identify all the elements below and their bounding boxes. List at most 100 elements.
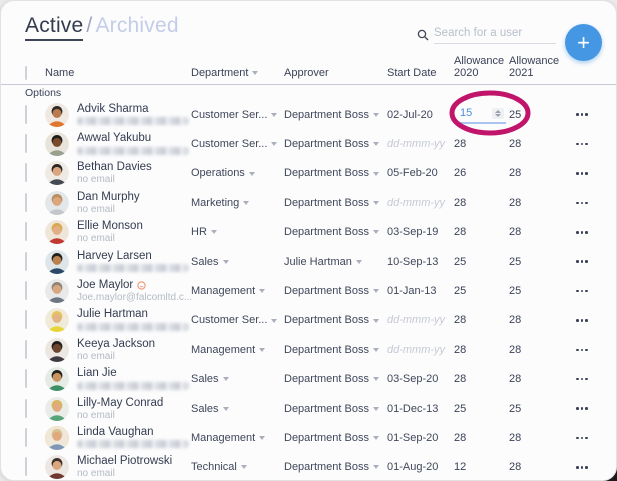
user-name-cell[interactable]: Joe Maylor no email Joe.maylor@falcomltd…: [45, 279, 192, 304]
allowance-2020-cell[interactable]: 28: [454, 373, 509, 385]
allowance-2021-value[interactable]: 28: [509, 138, 521, 150]
allowance-2021-value[interactable]: 28: [509, 197, 521, 209]
department-select[interactable]: Customer Ser...: [191, 109, 284, 121]
department-select[interactable]: Sales: [191, 403, 284, 415]
row-menu-icon[interactable]: [566, 407, 600, 410]
allowance-2020-value[interactable]: 25: [454, 256, 466, 268]
row-menu-icon[interactable]: [566, 260, 600, 263]
row-checkbox[interactable]: [25, 339, 45, 359]
allowance-2020-cell[interactable]: 28: [454, 432, 509, 444]
row-checkbox[interactable]: [25, 369, 45, 389]
approver-select[interactable]: Department Boss: [284, 285, 387, 297]
department-select[interactable]: Management: [191, 432, 284, 444]
start-date-field[interactable]: 03-Sep-19: [387, 226, 454, 238]
allowance-2021-value[interactable]: 28: [509, 432, 521, 444]
allowance-2021-cell[interactable]: 25: [509, 109, 566, 121]
allowance-2021-value[interactable]: 25: [509, 403, 521, 415]
start-date-field[interactable]: 10-Sep-13: [387, 256, 454, 268]
start-date-field[interactable]: dd-mmm-yy: [387, 314, 454, 326]
row-checkbox[interactable]: [25, 251, 45, 271]
row-checkbox[interactable]: [25, 134, 45, 154]
approver-select[interactable]: Department Boss: [284, 138, 387, 150]
allowance-2021-cell[interactable]: 28: [509, 226, 566, 238]
department-select[interactable]: Operations: [191, 167, 284, 179]
allowance-2020-value[interactable]: 28: [454, 432, 466, 444]
row-checkbox[interactable]: [25, 192, 45, 212]
allowance-2020-cell[interactable]: 28: [454, 314, 509, 326]
row-checkbox[interactable]: [25, 457, 45, 477]
allowance-2020-value[interactable]: 12: [454, 461, 466, 473]
department-select[interactable]: Technical: [191, 461, 284, 473]
allowance-2020-cell[interactable]: 25: [454, 285, 509, 297]
approver-select[interactable]: Julie Hartman: [284, 256, 387, 268]
row-checkbox[interactable]: [25, 222, 45, 242]
approver-select[interactable]: Department Boss: [284, 344, 387, 356]
row-checkbox[interactable]: [25, 310, 45, 330]
allowance-2021-value[interactable]: 25: [509, 109, 521, 121]
allowance-2021-value[interactable]: 28: [509, 461, 521, 473]
allowance-2020-value[interactable]: 28: [454, 314, 466, 326]
allowance-2021-value[interactable]: 25: [509, 256, 521, 268]
allowance-2020-cell[interactable]: 15: [454, 105, 509, 125]
row-menu-icon[interactable]: [566, 436, 600, 440]
allowance-2021-cell[interactable]: 28: [509, 197, 566, 209]
allowance-2020-value[interactable]: 28: [454, 197, 466, 209]
allowance-2020-value[interactable]: 25: [454, 285, 466, 297]
number-spinner-icon[interactable]: [492, 107, 504, 119]
allowance-2021-value[interactable]: 28: [509, 314, 521, 326]
row-checkbox[interactable]: [25, 281, 45, 301]
start-date-field[interactable]: 01-Sep-20: [387, 432, 454, 444]
allowance-2020-cell[interactable]: 25: [454, 256, 509, 268]
user-name-cell[interactable]: Ellie Monson no email: [45, 220, 191, 245]
allowance-2021-cell[interactable]: 25: [509, 403, 566, 415]
tab-archived-users[interactable]: Archived: [95, 14, 178, 37]
allowance-2021-cell[interactable]: 25: [509, 285, 566, 297]
department-select[interactable]: Marketing: [191, 197, 284, 209]
allowance-2020-input[interactable]: [454, 105, 506, 125]
start-date-field[interactable]: 01-Dec-13: [387, 403, 454, 415]
tab-active-users[interactable]: Active: [25, 14, 84, 41]
approver-select[interactable]: Department Boss: [284, 403, 387, 415]
row-menu-icon[interactable]: [566, 348, 600, 352]
approver-select[interactable]: Department Boss: [284, 314, 387, 326]
row-menu-icon[interactable]: [566, 289, 600, 293]
approver-select[interactable]: Department Boss: [284, 226, 387, 238]
column-department[interactable]: Department: [191, 67, 284, 79]
user-name-cell[interactable]: Advik Sharma no email: [45, 102, 191, 127]
department-select[interactable]: Management: [191, 344, 284, 356]
row-checkbox[interactable]: [25, 427, 45, 447]
allowance-2021-cell[interactable]: 28: [509, 167, 566, 179]
row-menu-icon[interactable]: [566, 231, 600, 234]
row-checkbox[interactable]: [25, 398, 45, 418]
row-menu-icon[interactable]: [566, 319, 600, 322]
allowance-2020-cell[interactable]: 26: [454, 167, 509, 179]
allowance-2020-cell[interactable]: 12: [454, 461, 509, 473]
department-select[interactable]: Sales: [191, 256, 284, 268]
allowance-2021-cell[interactable]: 28: [509, 432, 566, 444]
allowance-2020-cell[interactable]: 25: [454, 403, 509, 415]
user-name-cell[interactable]: Awwal Yakubu no email: [45, 132, 191, 157]
allowance-2020-cell[interactable]: 28: [454, 138, 509, 150]
allowance-2020-value[interactable]: 28: [454, 226, 466, 238]
allowance-2021-cell[interactable]: 28: [509, 344, 566, 356]
row-menu-icon[interactable]: [566, 142, 600, 146]
allowance-2021-value[interactable]: 25: [509, 285, 521, 297]
allowance-2021-cell[interactable]: 28: [509, 314, 566, 326]
allowance-2020-value[interactable]: 25: [454, 403, 466, 415]
row-checkbox[interactable]: [25, 104, 45, 124]
allowance-2020-cell[interactable]: 28: [454, 344, 509, 356]
user-name-cell[interactable]: Bethan Davies no email: [45, 161, 191, 186]
start-date-field[interactable]: dd-mmm-yy: [387, 197, 454, 209]
allowance-2021-cell[interactable]: 28: [509, 373, 566, 385]
allowance-2021-cell[interactable]: 25: [509, 256, 566, 268]
row-menu-icon[interactable]: [566, 466, 600, 469]
allowance-2021-cell[interactable]: 28: [509, 138, 566, 150]
row-menu-icon[interactable]: [566, 113, 600, 116]
row-checkbox[interactable]: [25, 163, 45, 183]
department-select[interactable]: Sales: [191, 373, 284, 385]
allowance-2021-value[interactable]: 28: [509, 167, 521, 179]
user-name-cell[interactable]: Harvey Larsen no email: [45, 249, 191, 274]
approver-select[interactable]: Department Boss: [284, 197, 387, 209]
start-date-field[interactable]: 05-Feb-20: [387, 167, 454, 179]
start-date-field[interactable]: 01-Jan-13: [387, 285, 454, 297]
